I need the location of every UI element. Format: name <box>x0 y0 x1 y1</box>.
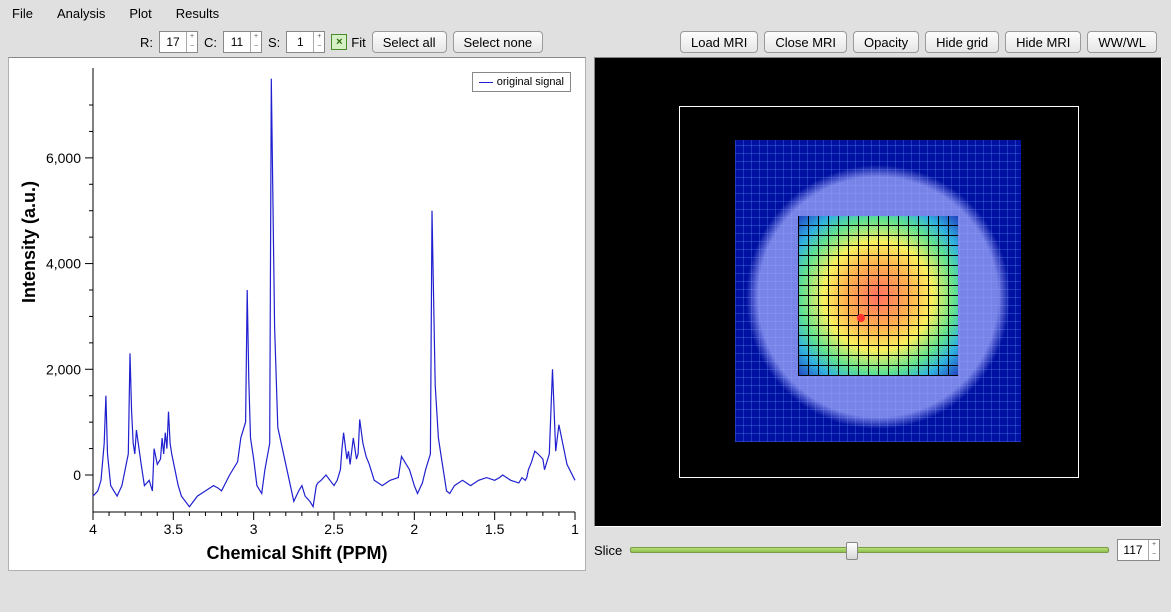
selected-voxel-marker <box>857 314 865 322</box>
fit-label: Fit <box>351 35 365 50</box>
spinner-arrows[interactable]: +− <box>186 32 197 52</box>
spinner-arrows[interactable]: +− <box>1148 540 1159 560</box>
r-spinner[interactable]: +− <box>159 31 198 53</box>
checkmark-icon: × <box>331 34 347 50</box>
svg-text:0: 0 <box>73 467 81 483</box>
legend-line-icon <box>479 82 493 83</box>
svg-text:2,000: 2,000 <box>46 361 81 377</box>
spinner-arrows[interactable]: +− <box>250 32 261 52</box>
c-label: C: <box>204 35 217 50</box>
c-spinner[interactable]: +− <box>223 31 262 53</box>
mri-view[interactable] <box>594 57 1162 527</box>
s-label: S: <box>268 35 280 50</box>
wwwl-button[interactable]: WW/WL <box>1087 31 1157 53</box>
select-all-button[interactable]: Select all <box>372 31 447 53</box>
menubar: File Analysis Plot Results <box>0 0 1171 27</box>
r-label: R: <box>140 35 153 50</box>
s-spinner[interactable]: +− <box>286 31 325 53</box>
menu-plot[interactable]: Plot <box>129 6 151 21</box>
legend-label: original signal <box>497 76 564 88</box>
mri-panel: Slice +− <box>594 57 1160 569</box>
slice-input[interactable] <box>1118 540 1148 560</box>
slice-slider[interactable] <box>630 547 1109 553</box>
hide-mri-button[interactable]: Hide MRI <box>1005 31 1081 53</box>
s-input[interactable] <box>287 32 313 52</box>
c-input[interactable] <box>224 32 250 52</box>
opacity-button[interactable]: Opacity <box>853 31 919 53</box>
slice-spinner[interactable]: +− <box>1117 539 1160 561</box>
menu-file[interactable]: File <box>12 6 33 21</box>
svg-text:1.5: 1.5 <box>485 521 505 537</box>
svg-text:4: 4 <box>89 521 97 537</box>
svg-text:4,000: 4,000 <box>46 256 81 272</box>
slider-thumb[interactable] <box>846 542 858 560</box>
toolbar: R: +− C: +− S: +− × Fit Select all Selec… <box>0 27 1171 57</box>
menu-analysis[interactable]: Analysis <box>57 6 105 21</box>
svg-text:2: 2 <box>410 521 418 537</box>
svg-text:6,000: 6,000 <box>46 150 81 166</box>
fit-checkbox[interactable]: × Fit <box>331 34 365 50</box>
voxel-grid[interactable] <box>798 216 958 376</box>
menu-results[interactable]: Results <box>176 6 219 21</box>
x-axis-label: Chemical Shift (PPM) <box>9 543 585 564</box>
load-mri-button[interactable]: Load MRI <box>680 31 758 53</box>
slice-label: Slice <box>594 543 622 558</box>
select-none-button[interactable]: Select none <box>453 31 544 53</box>
spinner-arrows[interactable]: +− <box>313 32 324 52</box>
hide-grid-button[interactable]: Hide grid <box>925 31 999 53</box>
legend: original signal <box>472 72 571 92</box>
r-input[interactable] <box>160 32 186 52</box>
svg-text:3.5: 3.5 <box>164 521 184 537</box>
svg-text:2.5: 2.5 <box>324 521 344 537</box>
svg-text:1: 1 <box>571 521 579 537</box>
spectrum-plot[interactable]: 4 3.5 3 2.5 2 1.5 1 0 2,000 4,000 6,000 <box>9 58 585 570</box>
spectrum-panel: Intensity (a.u.) 43.532.521.5102,0004,00… <box>8 57 586 571</box>
close-mri-button[interactable]: Close MRI <box>764 31 847 53</box>
svg-text:3: 3 <box>250 521 258 537</box>
